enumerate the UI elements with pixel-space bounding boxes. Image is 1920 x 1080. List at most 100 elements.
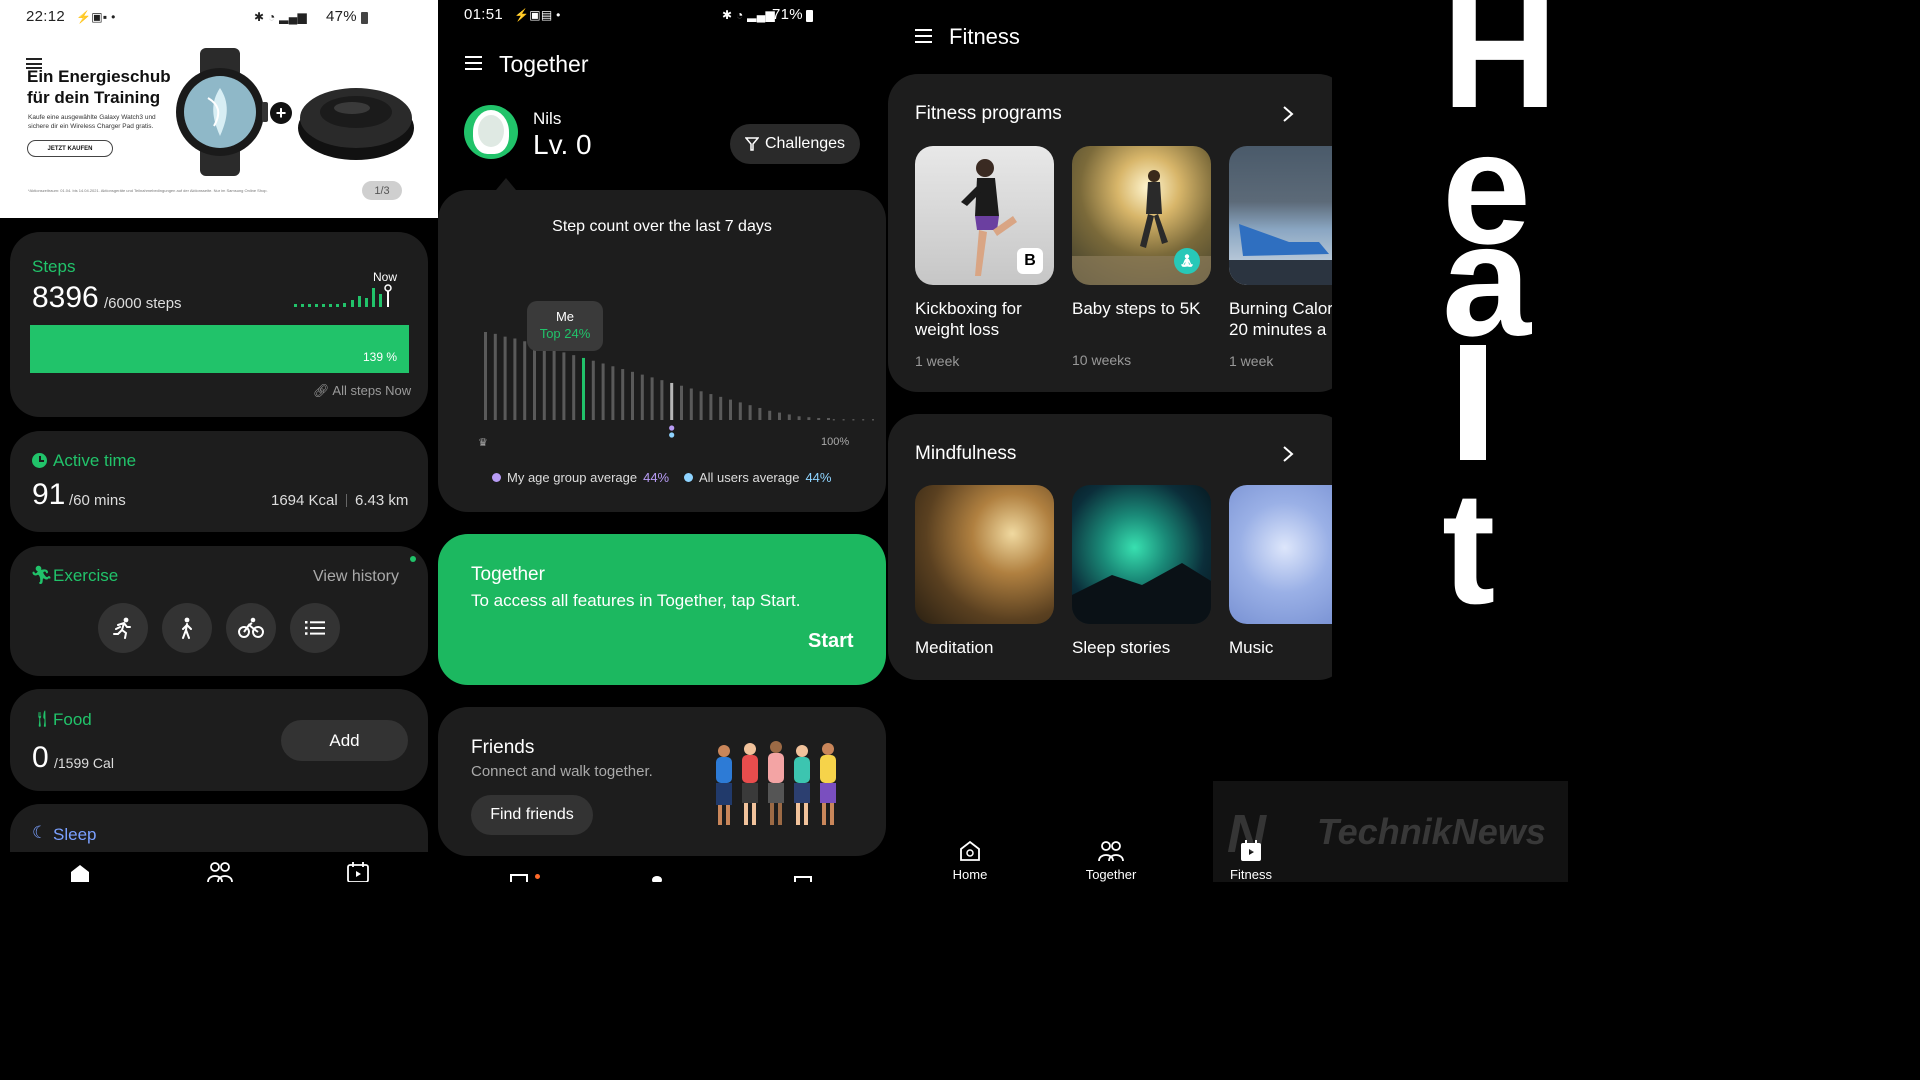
ad-title-2: für dein Training bbox=[27, 88, 161, 107]
mountains-shape bbox=[1072, 563, 1211, 624]
chart-bar bbox=[650, 377, 654, 420]
program-name-3b: 20 minutes a bbox=[1229, 320, 1327, 339]
program-name-1b: weight loss bbox=[915, 320, 1000, 339]
ad-cta-label: JETZT KAUFEN bbox=[47, 145, 93, 152]
fitness-programs-card: Fitness programs B 🧘︎ Kickboxing for wei… bbox=[888, 74, 1332, 392]
view-history-link[interactable]: View history bbox=[313, 568, 399, 586]
program-thumb-5k[interactable]: 🧘︎ bbox=[1072, 146, 1211, 285]
ad-cta-button[interactable]: JETZT KAUFEN bbox=[27, 140, 113, 157]
cycling-icon[interactable] bbox=[226, 603, 276, 653]
workout-figure bbox=[1229, 224, 1332, 285]
ad-banner[interactable]: 22:12 ⚡▣▪ • ✱ ◔ ▂▄▆ 47% Ein Energieschub… bbox=[0, 0, 438, 218]
overlay-title-panel: H e a t bbox=[1332, 0, 1568, 882]
chart-bar bbox=[611, 366, 615, 420]
find-friends-label: Find friends bbox=[490, 806, 574, 823]
fork-knife-icon: 🍴︎ bbox=[32, 711, 53, 728]
exercise-card[interactable]: 🏃︎ Exercise View history bbox=[10, 546, 428, 676]
chart-bar bbox=[631, 371, 634, 420]
steps-card[interactable]: Steps 8396 /6000 steps Now 139 % 🔗︎ All … bbox=[10, 232, 428, 417]
fitness-nav-icon[interactable] bbox=[794, 876, 812, 882]
hamburger-icon[interactable] bbox=[465, 56, 482, 70]
program-thumb-kickboxing[interactable]: B bbox=[915, 146, 1054, 285]
status-battery: 71% bbox=[772, 6, 803, 23]
legend-all-users: All users average 44% bbox=[684, 470, 831, 485]
notification-dot bbox=[535, 874, 540, 879]
signal-icons: ✱ ◔ ▂▄▆ bbox=[254, 10, 308, 24]
friends-card[interactable]: Friends Connect and walk together. Find … bbox=[438, 707, 886, 856]
chart-bar bbox=[748, 405, 752, 420]
nav-home[interactable]: Home bbox=[940, 840, 1000, 882]
nav-together-label: Together bbox=[1085, 867, 1137, 882]
mindfulness-title: Mindfulness bbox=[915, 443, 1017, 464]
food-add-button[interactable]: Add bbox=[281, 720, 408, 761]
active-time-title: Active time bbox=[53, 451, 137, 470]
together-start-banner[interactable]: Together To access all features in Toget… bbox=[438, 534, 886, 685]
charger-pad-image bbox=[298, 88, 414, 160]
watermark-text: TechnikNews bbox=[1317, 811, 1546, 852]
together-nav-icon[interactable] bbox=[652, 876, 662, 882]
chevron-right-icon[interactable] bbox=[1282, 445, 1294, 463]
legend-dot-purple bbox=[492, 473, 501, 482]
walking-icon[interactable] bbox=[162, 603, 212, 653]
steps-value: 8396 bbox=[32, 281, 99, 314]
chart-bar bbox=[572, 355, 576, 420]
legend-age-label: My age group average bbox=[507, 470, 638, 485]
home-nav-icon[interactable] bbox=[510, 874, 528, 882]
avatar[interactable] bbox=[464, 105, 518, 159]
challenges-button[interactable]: Challenges bbox=[730, 124, 860, 164]
meditation-label: Meditation bbox=[915, 638, 994, 657]
chart-bar bbox=[621, 369, 625, 420]
meditation-thumb[interactable] bbox=[915, 485, 1054, 624]
chart-baseline-dot bbox=[872, 419, 874, 421]
fitness-panel: Fitness Fitness programs B 🧘︎ Kickboxing… bbox=[888, 0, 1332, 882]
chevron-right-icon[interactable] bbox=[1282, 105, 1294, 123]
chart-end-label: 100% bbox=[821, 436, 850, 448]
chart-title: Step count over the last 7 days bbox=[552, 218, 772, 235]
chart-bar bbox=[787, 414, 791, 420]
chart-bar bbox=[533, 344, 536, 420]
program-thumb-burning[interactable] bbox=[1229, 146, 1332, 285]
start-button[interactable]: Start bbox=[808, 630, 854, 653]
me-value: Top 24% bbox=[539, 326, 591, 341]
flag-icon bbox=[744, 137, 759, 151]
ad-title-1: Ein Energieschub bbox=[27, 67, 171, 86]
provider-badge-teal: 🧘︎ bbox=[1174, 248, 1200, 274]
program-name-3a: Burning Calori bbox=[1229, 299, 1332, 318]
food-title: Food bbox=[53, 710, 92, 729]
hamburger-icon[interactable] bbox=[915, 29, 932, 43]
home-icon bbox=[960, 840, 980, 861]
running-icon[interactable] bbox=[98, 603, 148, 653]
battery-icon bbox=[361, 12, 368, 24]
together-nav-icon[interactable] bbox=[207, 862, 233, 882]
ad-footnote: *Aktionszeitraum: 01.04. bis 14.04.2021.… bbox=[28, 188, 268, 193]
friends-illustration bbox=[716, 741, 836, 825]
chart-bar bbox=[768, 410, 772, 420]
user-level: Lv. 0 bbox=[533, 129, 592, 160]
home-panel: 22:12 ⚡▣▪ • ✱ ◔ ▂▄▆ 47% Ein Energieschub… bbox=[0, 0, 438, 882]
active-divider bbox=[346, 494, 347, 507]
active-time-card[interactable]: Active time 91 /60 mins 1694 Kcal 6.43 k… bbox=[10, 431, 428, 532]
all-steps-link[interactable]: 🔗︎ All steps Now bbox=[313, 383, 411, 399]
nav-together[interactable]: Together bbox=[1076, 840, 1146, 882]
music-thumb[interactable] bbox=[1229, 485, 1332, 624]
signal-icons: ✱ ◔ ▂▄▆ bbox=[722, 8, 776, 22]
all-steps-label: All steps Now bbox=[332, 383, 412, 398]
sleep-stories-label: Sleep stories bbox=[1072, 638, 1171, 657]
steps-goal: /6000 steps bbox=[104, 295, 182, 312]
chart-bar bbox=[591, 360, 595, 420]
home-nav-icon[interactable] bbox=[69, 864, 91, 882]
steps-now-label: Now bbox=[373, 270, 398, 284]
food-card[interactable]: 🍴︎ Food 0 /1599 Cal Add bbox=[10, 689, 428, 791]
music-label: Music bbox=[1229, 638, 1274, 657]
fitness-nav-icon[interactable] bbox=[346, 862, 370, 882]
status-bar: 22:12 ⚡▣▪ • ✱ ◔ ▂▄▆ 47% bbox=[26, 8, 426, 30]
steps-mini-chart bbox=[294, 284, 392, 307]
sleep-stories-thumb[interactable] bbox=[1072, 485, 1211, 624]
steps-progress-bar: 139 % bbox=[30, 325, 409, 373]
find-friends-button[interactable]: Find friends bbox=[471, 795, 593, 835]
overlay-letter-a: a bbox=[1442, 190, 1531, 369]
active-kcal: 1694 Kcal bbox=[271, 492, 338, 509]
exercise-title: Exercise bbox=[53, 566, 119, 585]
list-icon[interactable] bbox=[290, 603, 340, 653]
status-time: 01:51 bbox=[464, 6, 504, 23]
